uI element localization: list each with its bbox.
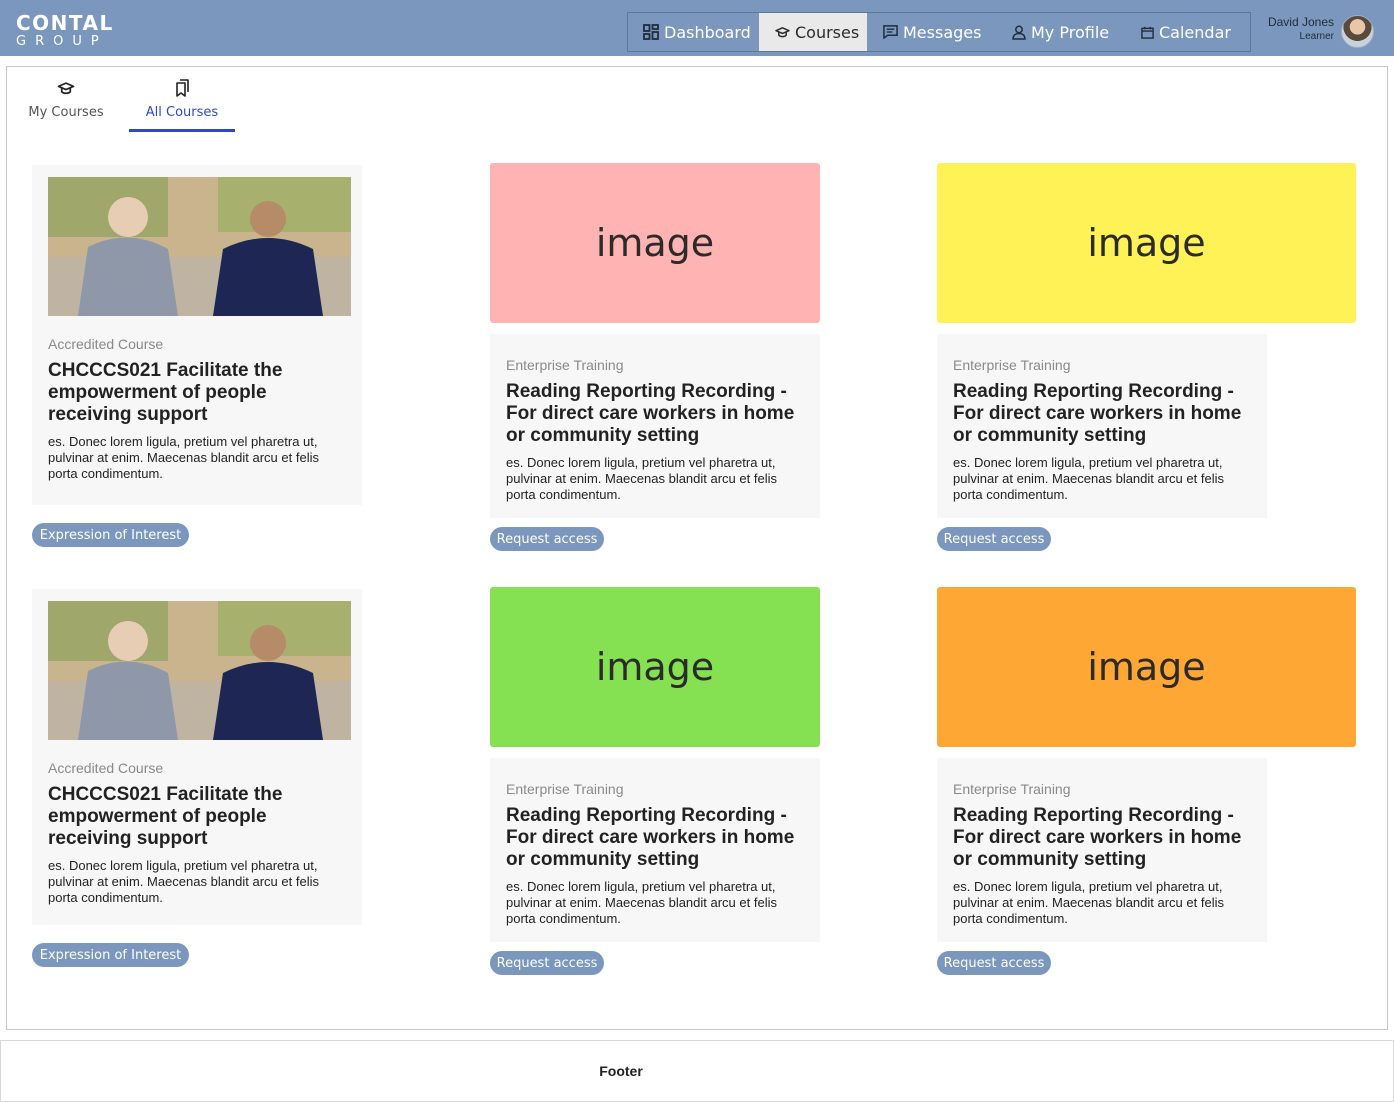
request-access-button[interactable]: Request access: [937, 527, 1051, 551]
graduation-cap-icon: [23, 75, 109, 101]
footer-text: Footer: [599, 1063, 643, 1079]
nav-calendar[interactable]: Calendar: [1125, 13, 1250, 51]
course-title[interactable]: Reading Reporting Recording - For direct…: [506, 805, 806, 871]
nav-my-profile-label: My Profile: [1031, 22, 1110, 42]
course-description: es. Donec lorem ligula, pretium vel phar…: [506, 455, 777, 502]
course-photo: [48, 177, 351, 316]
top-bar: CONTAL GROUP Dashboard Courses Messages: [0, 0, 1394, 56]
course-image-placeholder: image: [490, 587, 820, 747]
user-icon: [1012, 25, 1026, 40]
brand-logo[interactable]: CONTAL GROUP: [16, 13, 114, 50]
course-photo-illustration: [48, 177, 351, 316]
nav-courses[interactable]: Courses: [759, 13, 867, 51]
course-title[interactable]: Reading Reporting Recording - For direct…: [506, 381, 806, 447]
course-photo: [48, 601, 351, 740]
course-title[interactable]: Reading Reporting Recording - For direct…: [953, 381, 1253, 447]
nav-my-profile[interactable]: My Profile: [995, 13, 1125, 51]
nav-dashboard[interactable]: Dashboard: [628, 13, 759, 51]
nav-courses-label: Courses: [795, 22, 860, 42]
request-access-button[interactable]: Request access: [937, 951, 1051, 975]
request-access-button[interactable]: Request access: [490, 951, 604, 975]
brand-line-2: GROUP: [16, 34, 108, 49]
avatar[interactable]: [1341, 15, 1374, 48]
course-type: Accredited Course: [48, 336, 164, 352]
course-type: Enterprise Training: [953, 781, 1071, 797]
expression-of-interest-button[interactable]: Expression of Interest: [32, 523, 189, 547]
expression-of-interest-button[interactable]: Expression of Interest: [32, 943, 189, 967]
course-type: Enterprise Training: [506, 357, 624, 373]
bookmarks-icon: [129, 75, 235, 101]
nav-calendar-label: Calendar: [1159, 22, 1231, 42]
footer: Footer: [0, 1040, 1394, 1102]
course-image-placeholder: image: [490, 163, 820, 323]
course-title[interactable]: Reading Reporting Recording - For direct…: [953, 805, 1253, 871]
user-role: Learner: [1299, 31, 1334, 42]
dashboard-icon: [643, 24, 659, 40]
course-image-placeholder: image: [937, 163, 1356, 323]
course-title[interactable]: CHCCCS021 Facilitate the empowerment of …: [48, 784, 348, 850]
graduation-cap-icon: [775, 26, 790, 39]
message-icon: [883, 25, 898, 39]
course-description: es. Donec lorem ligula, pretium vel phar…: [953, 879, 1224, 926]
course-description: es. Donec lorem ligula, pretium vel phar…: [506, 879, 777, 926]
course-type: Enterprise Training: [506, 781, 624, 797]
main-nav: Dashboard Courses Messages My Profile Ca…: [627, 12, 1251, 52]
tab-all-courses[interactable]: All Courses: [129, 75, 235, 132]
calendar-icon: [1141, 26, 1154, 39]
course-description: es. Donec lorem ligula, pretium vel phar…: [953, 455, 1224, 502]
nav-dashboard-label: Dashboard: [664, 22, 751, 42]
request-access-button[interactable]: Request access: [490, 527, 604, 551]
user-info[interactable]: David Jones Learner: [1262, 14, 1334, 44]
tab-all-courses-label: All Courses: [145, 105, 219, 120]
course-type: Accredited Course: [48, 760, 164, 776]
nav-messages[interactable]: Messages: [867, 13, 995, 51]
brand-line-1: CONTAL: [16, 11, 114, 35]
tab-my-courses-label: My Courses: [28, 105, 104, 120]
user-name: David Jones: [1267, 15, 1334, 29]
course-photo-illustration: [48, 601, 351, 740]
course-title[interactable]: CHCCCS021 Facilitate the empowerment of …: [48, 360, 348, 426]
course-image-placeholder: image: [937, 587, 1356, 747]
tab-my-courses[interactable]: My Courses: [23, 75, 109, 132]
course-description: es. Donec lorem ligula, pretium vel phar…: [48, 858, 319, 905]
course-description: es. Donec lorem ligula, pretium vel phar…: [48, 434, 319, 481]
nav-messages-label: Messages: [903, 22, 982, 42]
course-type: Enterprise Training: [953, 357, 1071, 373]
